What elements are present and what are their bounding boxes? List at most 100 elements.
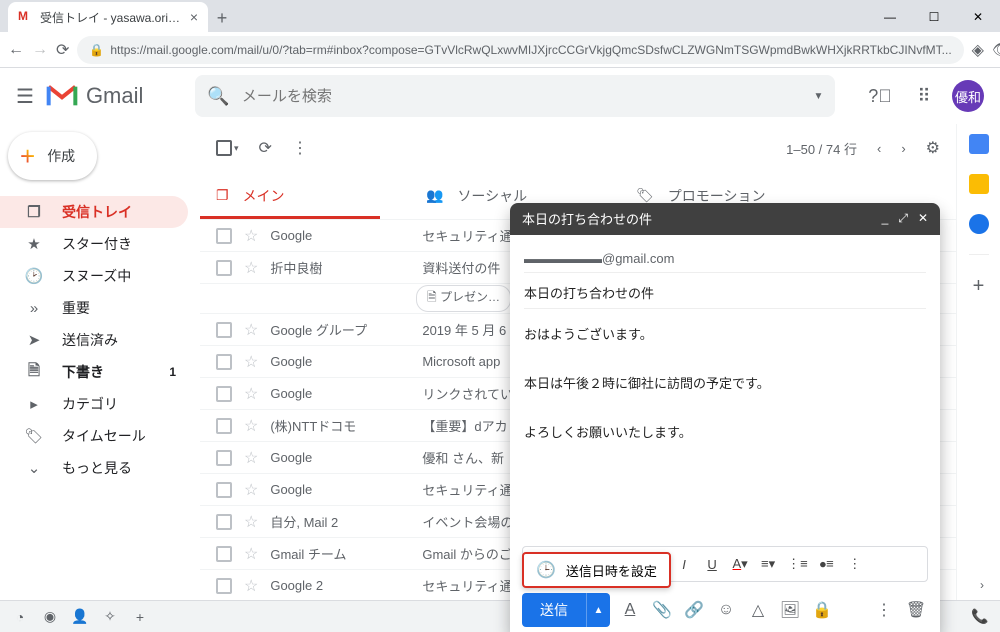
mail-checkbox[interactable] — [216, 546, 232, 562]
schedule-send-menu[interactable]: 🕒 送信日時を設定 — [522, 552, 671, 588]
url-field[interactable]: 🔒 https://mail.google.com/mail/u/0/?tab=… — [77, 36, 963, 64]
mail-checkbox[interactable] — [216, 514, 232, 530]
prev-page-icon[interactable]: ‹ — [877, 141, 881, 156]
eye-icon[interactable]: 👁 — [992, 36, 1000, 64]
tab-0[interactable]: ❐メイン — [200, 172, 410, 219]
gmail-logo[interactable]: Gmail — [46, 83, 143, 109]
star-icon[interactable]: ☆ — [244, 416, 258, 436]
settings-icon[interactable]: ⚙ — [926, 138, 940, 158]
mail-checkbox[interactable] — [216, 482, 232, 498]
format-more-icon[interactable]: ⋮ — [846, 556, 864, 572]
mail-checkbox[interactable] — [216, 386, 232, 402]
more-icon[interactable]: ⋮ — [292, 138, 308, 158]
bullet-list-icon[interactable]: ⦁≡ — [818, 556, 836, 572]
compose-more-icon[interactable]: ⋮ — [872, 600, 896, 620]
browser-tab[interactable]: M 受信トレイ - yasawa.orinaka@gm... × — [8, 2, 208, 32]
refresh-icon[interactable]: ⟳ — [259, 138, 272, 158]
sidebar-item-4[interactable]: ➤ 送信済み — [0, 324, 188, 356]
next-page-icon[interactable]: › — [901, 141, 905, 156]
compose-header[interactable]: 本日の打ち合わせの件 _ ⤢ ✕ — [510, 203, 940, 235]
link-icon[interactable]: 🔗 — [682, 600, 706, 620]
sidebar-item-5[interactable]: 🗎 下書き 1 — [0, 356, 188, 388]
search-icon[interactable]: 🔍 — [207, 86, 229, 107]
select-all-checkbox[interactable]: ▾ — [216, 140, 239, 156]
taskbar-icon[interactable]: 👤 — [68, 605, 92, 629]
mail-checkbox[interactable] — [216, 450, 232, 466]
underline-icon[interactable]: U — [703, 557, 721, 572]
send-button[interactable]: 送信 — [522, 593, 586, 627]
format-toggle-icon[interactable]: A — [618, 601, 642, 619]
address-bar: ← → ⟳ 🔒 https://mail.google.com/mail/u/0… — [0, 32, 1000, 68]
help-icon[interactable]: ?⃝ — [864, 80, 896, 112]
italic-icon[interactable]: I — [675, 557, 693, 572]
minimize-button[interactable]: ― — [868, 2, 912, 32]
search-dropdown-icon[interactable]: ▼ — [813, 91, 823, 102]
taskbar-add-icon[interactable]: + — [128, 605, 152, 629]
attach-icon[interactable]: 📎 — [650, 600, 674, 620]
tasks-icon[interactable] — [969, 214, 989, 234]
attachment-chip[interactable]: 🗎 プレゼン… — [416, 285, 511, 312]
taskbar-phone-icon[interactable]: 📞 — [968, 605, 992, 629]
compose-body-text[interactable]: おはようございます。 本日は午後２時に御社に訪問の予定です。 よろしくお願いいた… — [524, 313, 926, 536]
star-icon[interactable]: ☆ — [244, 512, 258, 532]
sidebar-item-label: タイムセール — [62, 426, 146, 446]
mail-checkbox[interactable] — [216, 578, 232, 594]
calendar-icon[interactable] — [969, 134, 989, 154]
star-icon[interactable]: ☆ — [244, 320, 258, 340]
drive-icon[interactable]: △ — [746, 600, 770, 620]
align-icon[interactable]: ≡▾ — [759, 556, 777, 572]
close-window-button[interactable]: ✕ — [956, 2, 1000, 32]
add-addon-icon[interactable]: + — [973, 275, 985, 298]
sidebar-item-8[interactable]: ⌄ もっと見る — [0, 452, 188, 484]
sidebar-item-2[interactable]: 🕑 スヌーズ中 — [0, 260, 188, 292]
star-icon[interactable]: ☆ — [244, 576, 258, 596]
mail-checkbox[interactable] — [216, 354, 232, 370]
compose-button[interactable]: + 作成 — [8, 132, 97, 180]
back-button[interactable]: ← — [8, 36, 24, 64]
sidebar-item-6[interactable]: ▸ カテゴリ — [0, 388, 188, 420]
sidebar-item-3[interactable]: » 重要 — [0, 292, 188, 324]
new-tab-button[interactable]: + — [208, 4, 236, 32]
mail-checkbox[interactable] — [216, 260, 232, 276]
close-compose-icon[interactable]: ✕ — [918, 211, 928, 226]
numbered-list-icon[interactable]: ⋮≡ — [787, 556, 808, 572]
star-icon[interactable]: ☆ — [244, 226, 258, 246]
minimize-compose-icon[interactable]: _ — [882, 211, 889, 226]
confidential-icon[interactable]: 🔒 — [810, 600, 834, 620]
apps-icon[interactable]: ⠿ — [908, 80, 940, 112]
send-dropdown-button[interactable]: ▲ — [586, 593, 610, 627]
compose-subject-field[interactable]: 本日の打ち合わせの件 — [524, 277, 926, 309]
sidebar-item-0[interactable]: ❐ 受信トレイ — [0, 196, 188, 228]
star-icon[interactable]: ☆ — [244, 544, 258, 564]
star-icon[interactable]: ☆ — [244, 352, 258, 372]
taskbar-icon[interactable]: ◔ — [8, 605, 32, 629]
extension-icon[interactable]: ◈ — [972, 36, 984, 64]
star-icon[interactable]: ☆ — [244, 384, 258, 404]
photo-icon[interactable]: 🖼 — [778, 600, 802, 620]
taskbar-icon[interactable]: ◉ — [38, 605, 62, 629]
star-icon[interactable]: ☆ — [244, 258, 258, 278]
text-color-icon[interactable]: A▾ — [731, 556, 749, 572]
mail-checkbox[interactable] — [216, 322, 232, 338]
star-icon[interactable]: ☆ — [244, 480, 258, 500]
sidebar-item-1[interactable]: ★ スター付き — [0, 228, 188, 260]
discard-icon[interactable]: 🗑 — [904, 600, 928, 620]
search-bar[interactable]: 🔍 ▼ — [195, 75, 835, 117]
compose-to-field[interactable]: ▬▬▬▬▬▬@gmail.com — [524, 245, 926, 273]
taskbar-icon[interactable]: ✧ — [98, 605, 122, 629]
mail-checkbox[interactable] — [216, 228, 232, 244]
expand-compose-icon[interactable]: ⤢ — [898, 211, 908, 226]
maximize-button[interactable]: ☐ — [912, 2, 956, 32]
forward-button[interactable]: → — [32, 36, 48, 64]
search-input[interactable] — [242, 88, 802, 105]
reload-button[interactable]: ⟳ — [56, 36, 69, 64]
account-avatar[interactable]: 優和 — [952, 80, 984, 112]
close-tab-icon[interactable]: × — [190, 9, 198, 25]
star-icon[interactable]: ☆ — [244, 448, 258, 468]
side-panel-toggle-icon[interactable]: › — [980, 578, 984, 592]
sidebar-item-7[interactable]: 🏷 タイムセール — [0, 420, 188, 452]
keep-icon[interactable] — [969, 174, 989, 194]
menu-icon[interactable]: ☰ — [16, 84, 34, 109]
mail-checkbox[interactable] — [216, 418, 232, 434]
emoji-icon[interactable]: ☺ — [714, 601, 738, 619]
